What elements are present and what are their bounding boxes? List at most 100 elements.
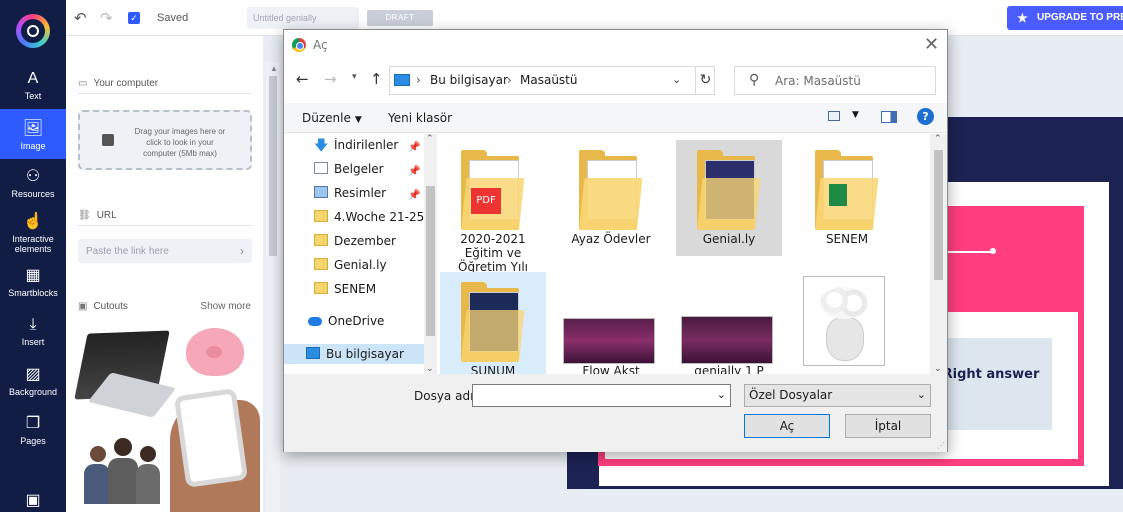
cutouts-icon: ▣ — [78, 301, 88, 312]
breadcrumb-chevron-icon[interactable]: › — [507, 73, 512, 87]
file-item[interactable]: Ayaz Ödevler — [558, 140, 664, 256]
onedrive-icon — [308, 317, 322, 326]
open-button[interactable]: Aç — [744, 414, 830, 438]
insert-icon: ⤓ — [29, 316, 37, 333]
breadcrumb-chevron-icon[interactable]: › — [416, 73, 421, 87]
answer-text: Right answer — [942, 367, 1040, 382]
file-item[interactable]: SUNUM — [440, 272, 546, 374]
rail-item-insert[interactable]: ⤓ Insert — [0, 316, 66, 347]
upgrade-button[interactable]: ★ UPGRADE TO PREMIUM — [1007, 6, 1123, 30]
search-placeholder: Ara: Masaüstü — [775, 74, 861, 88]
recent-locations-chevron-icon[interactable]: ▾ — [352, 72, 357, 82]
folder-icon — [314, 282, 328, 294]
rail-item-text[interactable]: A Text — [0, 70, 66, 104]
people-cutout[interactable] — [84, 432, 160, 504]
upload-icon — [102, 134, 114, 146]
cutouts-label: Cutouts — [93, 301, 128, 312]
filetype-select[interactable]: Özel Dosyalar ⌄ — [744, 384, 931, 407]
file-label: genially 1 P — [694, 364, 764, 374]
rail-item-pages[interactable]: ❐ Pages — [0, 415, 66, 446]
caret-down-icon[interactable]: ▼ — [852, 110, 859, 120]
scrollbar-thumb[interactable] — [426, 186, 435, 336]
url-input[interactable]: Paste the link here › — [78, 239, 252, 263]
chevron-down-icon[interactable]: ⌄ — [717, 388, 726, 401]
phone-cutout[interactable] — [173, 388, 249, 488]
title-input[interactable]: Untitled genially — [247, 7, 359, 29]
filename-input[interactable]: ⌄ — [472, 384, 731, 407]
slide-line — [946, 251, 992, 253]
close-icon[interactable]: ✕ — [924, 34, 939, 55]
scroll-down-icon[interactable]: ⌄ — [426, 364, 434, 374]
nav-item-folder[interactable]: 4.Woche 21-25.1 — [314, 210, 424, 230]
rail-item-background[interactable]: ▨ Background — [0, 366, 66, 397]
nav-item-label: SENEM — [334, 282, 377, 296]
nav-item-folder[interactable]: Dezember — [314, 234, 424, 254]
cancel-button[interactable]: İptal — [845, 414, 931, 438]
scroll-down-icon[interactable]: ⌄ — [934, 364, 942, 374]
image-thumbnail — [803, 276, 885, 366]
pin-icon[interactable]: 📌 — [408, 166, 420, 177]
help-icon[interactable]: ? — [917, 108, 934, 125]
preview-pane-icon[interactable] — [881, 111, 897, 123]
nav-item-folder[interactable]: SENEM — [314, 282, 424, 302]
file-item[interactable] — [794, 272, 900, 374]
file-item[interactable]: SENEM — [794, 140, 900, 256]
url-label: URL — [96, 210, 117, 221]
scroll-up-icon[interactable]: ⌃ — [426, 134, 434, 144]
nav-item-folder[interactable]: Genial.ly — [314, 258, 424, 278]
upload-dropzone[interactable]: Drag your images here or click to look i… — [78, 110, 252, 170]
file-item[interactable]: PDF 2020-2021 Eğitim ve Öğretim Yılı — [440, 140, 546, 274]
file-label: SUNUM — [470, 364, 516, 374]
refresh-icon[interactable]: ↻ — [695, 67, 715, 94]
rail-item-interactive[interactable]: ☝ Interactive elements — [0, 213, 66, 254]
breadcrumb-desktop[interactable]: Masaüstü — [520, 73, 577, 87]
resize-grip-icon[interactable]: ⋰ — [937, 441, 945, 450]
scroll-up-icon[interactable]: ▲ — [270, 64, 278, 73]
caret-down-icon: ▼ — [354, 115, 362, 125]
folder-icon — [815, 150, 879, 230]
file-item[interactable]: genially 1 P — [676, 272, 782, 374]
panel-scrollbar[interactable]: ▲ — [266, 62, 280, 512]
forward-arrow-icon[interactable]: → — [324, 70, 337, 88]
undo-icon[interactable]: ↶ — [74, 9, 87, 27]
nav-item-this-pc[interactable]: Bu bilgisayar — [284, 344, 424, 364]
rail-item-label: Background — [8, 387, 58, 397]
person-head — [114, 438, 132, 456]
genially-logo[interactable] — [16, 14, 50, 48]
chrome-icon — [292, 38, 306, 52]
search-input[interactable]: ⚲ Ara: Masaüstü — [734, 66, 936, 95]
slide-dot — [990, 248, 996, 254]
file-item[interactable]: Genial.ly — [676, 140, 782, 256]
scrollbar-thumb[interactable] — [934, 150, 943, 280]
pin-icon[interactable]: 📌 — [408, 142, 420, 153]
address-bar[interactable]: › Bu bilgisayar › Masaüstü ⌄ ↻ — [389, 66, 715, 95]
up-arrow-icon[interactable]: ↑ — [370, 70, 383, 88]
breadcrumb-this-pc[interactable]: Bu bilgisayar — [430, 73, 508, 87]
rail-item-image[interactable]: 🖼 Image — [0, 109, 66, 159]
new-folder-button[interactable]: Yeni klasör — [388, 111, 452, 125]
organize-menu[interactable]: Düzenle ▼ — [302, 111, 362, 125]
view-options-icon[interactable] — [828, 111, 840, 121]
pin-icon[interactable]: 📌 — [408, 190, 420, 201]
rail-item-more[interactable]: ▣ — [0, 492, 66, 512]
file-grid-scrollbar[interactable]: ⌃ ⌄ — [930, 134, 947, 374]
scrollbar-thumb[interactable] — [269, 76, 277, 256]
chevron-right-icon[interactable]: › — [240, 244, 244, 258]
nav-item-label: Bu bilgisayar — [326, 347, 404, 361]
image-icon: 🖼 — [22, 120, 44, 137]
redo-icon[interactable]: ↷ — [100, 9, 113, 27]
show-more-link[interactable]: Show more — [200, 301, 251, 312]
computer-icon: ▭ — [78, 78, 88, 89]
nav-item-onedrive[interactable]: OneDrive — [308, 314, 418, 334]
resources-icon: ⚇ — [25, 168, 41, 185]
file-item[interactable]: Flow Akst — [558, 272, 664, 374]
answer-box[interactable] — [930, 338, 1052, 430]
rail-item-label: Pages — [20, 436, 46, 446]
scroll-up-icon[interactable]: ⌃ — [934, 134, 942, 144]
rail-item-resources[interactable]: ⚇ Resources — [0, 168, 66, 199]
back-arrow-icon[interactable]: ← — [296, 70, 309, 88]
piggy-bank-cutout[interactable] — [186, 328, 244, 376]
nav-scrollbar[interactable]: ⌃ ⌄ — [424, 134, 437, 374]
chevron-down-icon[interactable]: ⌄ — [672, 73, 681, 86]
rail-item-smartblocks[interactable]: ▦ Smartblocks — [0, 267, 66, 298]
